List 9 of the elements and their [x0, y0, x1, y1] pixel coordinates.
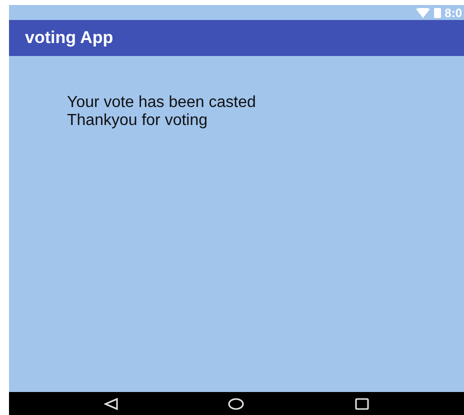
- recents-icon[interactable]: [354, 398, 369, 410]
- back-icon[interactable]: [104, 398, 118, 410]
- message-text: Your vote has been casted: [67, 94, 257, 112]
- clock-text: 8:0: [444, 6, 462, 18]
- battery-icon: [434, 7, 441, 18]
- home-icon[interactable]: [228, 398, 244, 410]
- app-title: voting App: [25, 27, 114, 50]
- wifi-icon: [416, 8, 430, 18]
- message-text: Thankyou for voting: [67, 112, 209, 131]
